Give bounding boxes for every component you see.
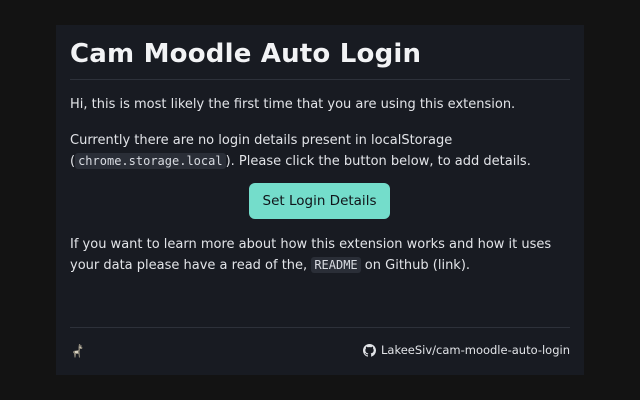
repo-link-text: LakeeSiv/cam-moodle-auto-login — [380, 343, 570, 357]
readme-code: README — [311, 257, 361, 273]
storage-code: chrome.storage.local — [75, 153, 226, 169]
title-divider — [70, 79, 570, 80]
learn-text-after: on Github (link). — [360, 258, 471, 273]
github-repo-link[interactable]: LakeeSiv/cam-moodle-auto-login — [362, 343, 570, 357]
llama-icon — [73, 344, 83, 358]
storage-notice: Currently there are no login details pre… — [70, 131, 570, 172]
set-login-details-button[interactable]: Set Login Details — [249, 183, 390, 219]
footer-divider — [70, 327, 570, 328]
page-title: Cam Moodle Auto Login — [70, 39, 422, 69]
github-icon — [362, 343, 376, 357]
intro-text: Hi, this is most likely the first time t… — [70, 97, 516, 112]
extension-panel: Cam Moodle Auto Login Hi, this is most l… — [56, 25, 584, 375]
storage-text-after: ). Please click the button below, to add… — [225, 154, 531, 169]
learn-more-text: If you want to learn more about how this… — [70, 235, 570, 276]
